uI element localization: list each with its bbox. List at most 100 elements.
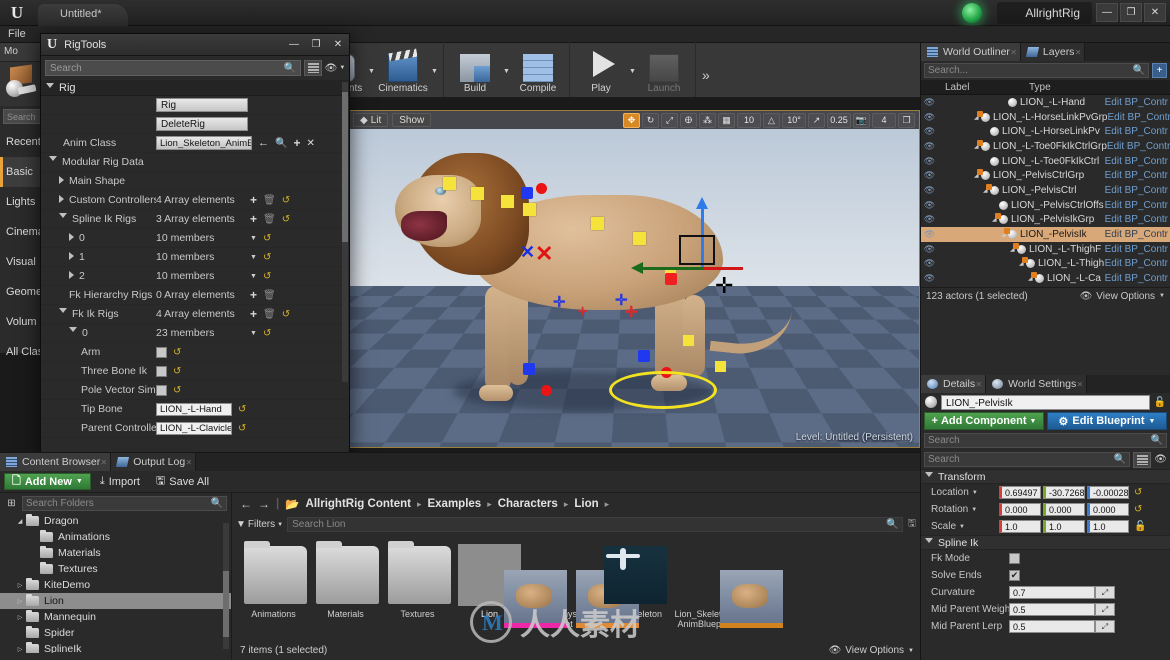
- folder-item-splineik[interactable]: ▷ SplineIk: [0, 641, 231, 653]
- table-row[interactable]: 👁 ◢ LION_-PelvisCtrl Edit BP_Contr: [921, 183, 1170, 198]
- rigtools-scrollbar[interactable]: [342, 82, 348, 382]
- chevron-down-icon[interactable]: ▼: [250, 330, 257, 337]
- rigtools-section-row[interactable]: Custom Controllers 4 Array elements + 🗑 ↺: [41, 191, 349, 210]
- add-element-icon[interactable]: +: [250, 307, 257, 321]
- search-icon[interactable]: 🔍: [211, 498, 223, 509]
- modes-search-input[interactable]: Search: [3, 109, 44, 124]
- asset-search-input[interactable]: Search Lion 🔍: [287, 517, 904, 532]
- table-row[interactable]: 👁 ◢ LION_-L-Thigh Edit BP_Contr: [921, 257, 1170, 272]
- reset-icon[interactable]: ↺: [238, 423, 246, 434]
- rig-control-yellow[interactable]: [683, 335, 694, 346]
- details-search-input-2[interactable]: Search 🔍: [924, 452, 1131, 467]
- scale-mode-icon[interactable]: ⤢: [661, 112, 678, 128]
- tab-world-outliner[interactable]: World Outliner ✕: [921, 43, 1021, 61]
- search-icon[interactable]: 🔍: [1151, 435, 1163, 446]
- rig-control-red[interactable]: [536, 183, 547, 194]
- transform-scale-x[interactable]: 1.0: [999, 520, 1041, 533]
- transform-rotation-z[interactable]: 0.000: [1087, 503, 1129, 516]
- property-checkbox[interactable]: [156, 365, 167, 377]
- details-grid-view-button[interactable]: [1133, 451, 1152, 468]
- rigtools-section-row[interactable]: 0 23 members ▼ ↺: [41, 324, 349, 343]
- project-tab[interactable]: Untitled*: [38, 4, 128, 26]
- eye-icon[interactable]: 👁: [921, 229, 938, 240]
- camera-speed-icon[interactable]: 📷: [853, 112, 870, 128]
- column-label[interactable]: Label: [921, 82, 1029, 93]
- actor-type[interactable]: Edit BP_Contr: [1105, 126, 1170, 137]
- outliner-view-options-button[interactable]: 👁 View Options ▼: [1080, 291, 1165, 302]
- grid-snap-icon[interactable]: ▦: [718, 112, 735, 128]
- viewport-lit-button[interactable]: ◆ Lit: [353, 113, 389, 127]
- reset-icon[interactable]: ↺: [173, 366, 181, 377]
- rig-control-yellow[interactable]: [471, 187, 484, 200]
- tab-layers[interactable]: Layers ✕: [1020, 43, 1086, 61]
- breadcrumb-item-3[interactable]: Lion: [574, 498, 598, 510]
- expand-icon[interactable]: ⤢: [1095, 603, 1115, 616]
- rigtools-window[interactable]: U RigTools — ❐ ✕ Search 🔍 👁 ▼ Rig Rig De…: [40, 33, 350, 453]
- lock-icon[interactable]: 🔓: [1154, 397, 1166, 408]
- transform-location-z[interactable]: -0.00028: [1087, 486, 1129, 499]
- spline-ik-value-field[interactable]: 0.7: [1009, 586, 1095, 599]
- toolbar-button-launch[interactable]: Launch: [637, 45, 691, 97]
- angle-snap-icon[interactable]: △: [763, 112, 780, 128]
- asset-item-lion[interactable]: Lion: [458, 544, 567, 630]
- clear-icon[interactable]: ✕: [306, 138, 314, 149]
- add-new-button[interactable]: 🗋 Add New ▼: [4, 473, 91, 490]
- actor-type[interactable]: Edit BP_Contr: [1105, 244, 1170, 255]
- actor-type[interactable]: Edit BP_Contr: [1105, 258, 1170, 269]
- add-icon[interactable]: +: [293, 136, 300, 150]
- chevron-down-icon[interactable]: ▼: [250, 273, 257, 280]
- anim-class-dropdown[interactable]: Lion_Skeleton_AnimBlu ▼: [156, 136, 252, 150]
- table-row[interactable]: 👁 ◢ LION_-PelvisIkGrp Edit BP_Contr: [921, 213, 1170, 228]
- outliner-search-input[interactable]: Search... 🔍: [924, 63, 1149, 78]
- toolbar-button-cinematics[interactable]: Cinematics: [376, 45, 430, 97]
- save-all-button[interactable]: 🖫 Save All: [149, 473, 216, 490]
- rig-control-yellow[interactable]: [501, 195, 514, 208]
- rigtools-section-row[interactable]: 1 10 members ▼ ↺: [41, 248, 349, 267]
- rotate-mode-icon[interactable]: ↻: [642, 112, 659, 128]
- search-icon[interactable]: 🔍: [886, 519, 898, 530]
- reset-icon[interactable]: ↺: [238, 404, 246, 415]
- object-name-field[interactable]: LION_-PelvisIk: [941, 394, 1150, 410]
- rigtools-grid-view-button[interactable]: [304, 60, 322, 76]
- table-row[interactable]: 👁 ◢ LION_-L-HorseLinkPvGrp Edit BP_Contr: [921, 110, 1170, 125]
- eye-icon[interactable]: 👁: [921, 214, 938, 225]
- toolbar-overflow-icon[interactable]: »: [702, 67, 710, 97]
- rigtools-minimize-icon[interactable]: —: [283, 35, 305, 55]
- rigtools-section-row[interactable]: 2 10 members ▼ ↺: [41, 267, 349, 286]
- eye-icon[interactable]: 👁: [921, 156, 938, 167]
- rigtools-close-icon[interactable]: ✕: [327, 35, 349, 55]
- rigtools-section-row[interactable]: Spline Ik Rigs 3 Array elements + 🗑 ↺: [41, 210, 349, 229]
- actor-type[interactable]: Edit BP_Contr: [1105, 200, 1170, 211]
- toolbar-button-compile[interactable]: Compile: [511, 45, 565, 97]
- rig-control-blue[interactable]: [521, 187, 533, 199]
- rig-control-blue[interactable]: [523, 363, 535, 375]
- close-icon[interactable]: ✕: [1077, 380, 1084, 389]
- table-row[interactable]: 👁 ◢ LION_-L-ThighF Edit BP_Contr: [921, 242, 1170, 257]
- chevron-down-icon[interactable]: ◢: [14, 518, 26, 525]
- details-search-input-1[interactable]: Search 🔍: [924, 433, 1167, 448]
- reset-icon[interactable]: ↺: [282, 195, 290, 206]
- minimize-icon[interactable]: —: [1096, 3, 1118, 22]
- chevron-right-icon[interactable]: ▷: [14, 646, 26, 653]
- spline-ik-value-field[interactable]: 0.5: [1009, 603, 1095, 616]
- rig-control-yellow[interactable]: [633, 232, 646, 245]
- close-icon[interactable]: ✕: [1075, 48, 1082, 57]
- table-row[interactable]: 👁 ◢ LION_-L-Ca Edit BP_Contr: [921, 271, 1170, 286]
- breadcrumb-item-0[interactable]: AllrightRig Content: [306, 498, 411, 510]
- chevron-right-icon[interactable]: ▷: [14, 598, 26, 605]
- rigtools-search-input[interactable]: Search 🔍: [45, 60, 301, 76]
- add-element-icon[interactable]: +: [250, 212, 257, 226]
- gizmo-y-axis[interactable]: [631, 262, 705, 274]
- reset-icon[interactable]: ↺: [1134, 504, 1142, 515]
- spline-ik-section-header[interactable]: Spline Ik: [921, 535, 1170, 550]
- chevron-right-icon[interactable]: ▷: [14, 614, 26, 621]
- rigtools-visibility-button[interactable]: 👁 ▼: [325, 60, 346, 76]
- maximize-icon[interactable]: ❐: [1120, 3, 1142, 22]
- table-row[interactable]: 👁 ◢ LION_-PelvisCtrlGrp Edit BP_Contr: [921, 168, 1170, 183]
- folder-item-dragon[interactable]: ◢ Dragon: [0, 513, 231, 529]
- chevron-down-icon[interactable]: ▼: [250, 235, 257, 242]
- surface-snap-icon[interactable]: ⁂: [699, 112, 716, 128]
- reset-icon[interactable]: ↺: [263, 252, 271, 263]
- translate-mode-icon[interactable]: ✥: [623, 112, 640, 128]
- eye-icon[interactable]: 👁: [921, 185, 938, 196]
